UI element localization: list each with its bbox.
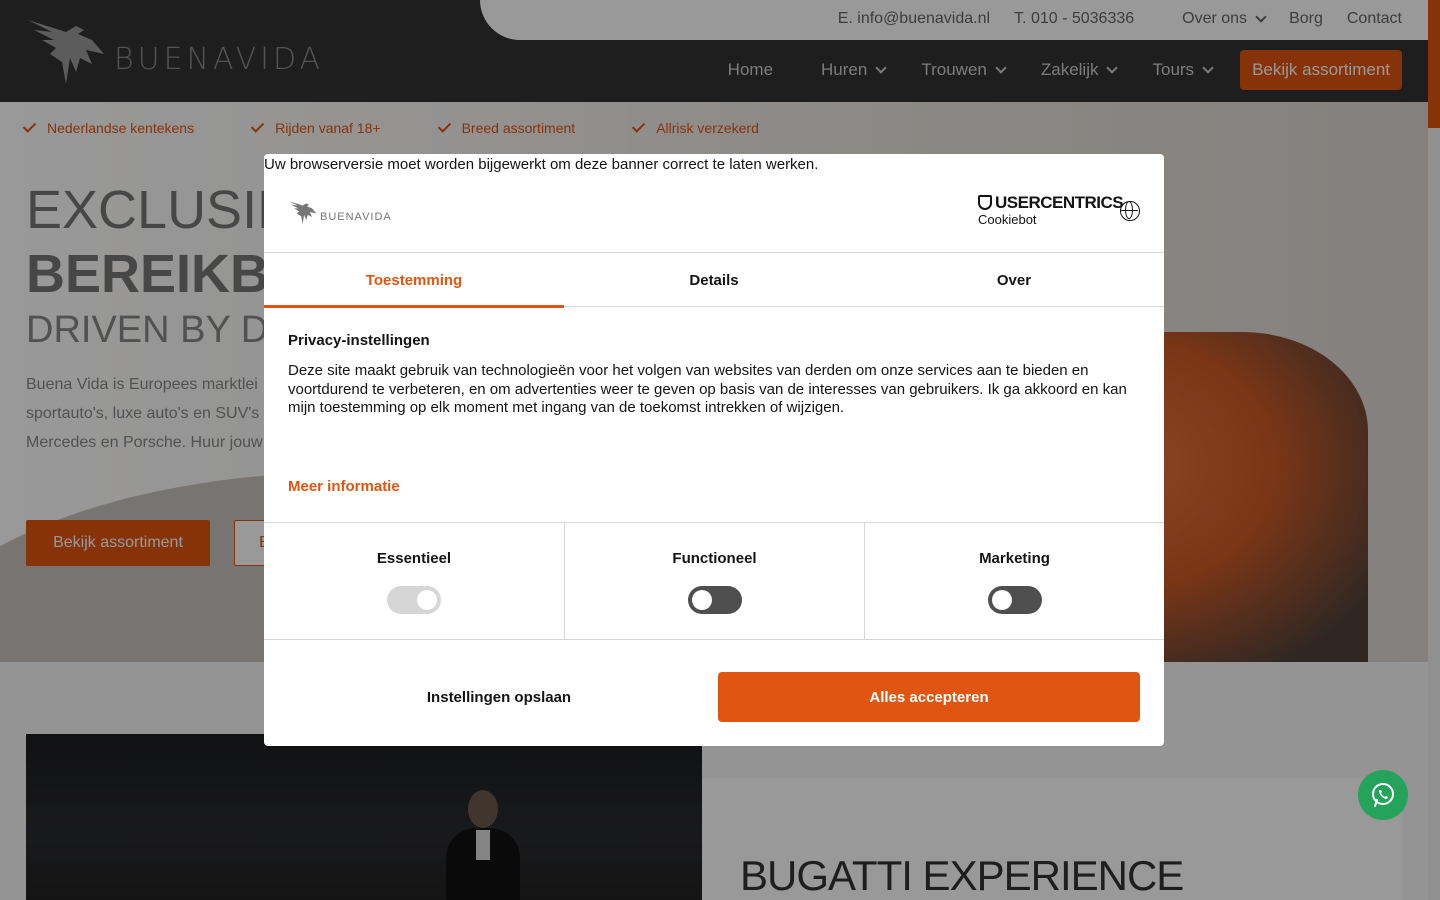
toggle-knob: [692, 590, 712, 610]
whatsapp-icon: [1372, 783, 1394, 807]
tab-about[interactable]: Over: [864, 253, 1164, 307]
dialog-logo-wordmark: BUENAVIDA: [320, 211, 392, 223]
privacy-body: Deze site maakt gebruik van technologieë…: [288, 362, 1127, 416]
toggle-knob: [417, 590, 437, 610]
category-label: Essentieel: [376, 550, 452, 567]
category-label: Functioneel: [672, 550, 757, 567]
eagle-logo-icon: [288, 201, 317, 225]
tab-details[interactable]: Details: [564, 253, 864, 307]
dialog-logo: BUENAVIDA: [288, 198, 392, 226]
consent-categories: Essentieel Functioneel Marketing: [264, 522, 1164, 640]
category-label: Marketing: [979, 550, 1050, 567]
category-essential: Essentieel: [264, 523, 564, 639]
dialog-tabs: Toestemming Details Over: [264, 252, 1164, 308]
accept-all-button[interactable]: Alles accepteren: [718, 672, 1140, 722]
save-settings-button[interactable]: Instellingen opslaan: [288, 672, 710, 722]
functional-toggle[interactable]: [688, 586, 742, 614]
cookiebot-logo-top: USERCENTRICS: [978, 193, 1124, 212]
globe-icon[interactable]: [1120, 201, 1140, 221]
cookiebot-logo[interactable]: USERCENTRICS Cookiebot: [978, 193, 1124, 227]
whatsapp-button[interactable]: [1358, 770, 1408, 820]
toggle-knob: [992, 590, 1012, 610]
tab-consent[interactable]: Toestemming: [264, 253, 564, 308]
essential-toggle: [387, 586, 441, 614]
marketing-toggle[interactable]: [988, 586, 1042, 614]
cookiebot-logo-sub: Cookiebot: [978, 212, 1037, 227]
privacy-title: Privacy-instellingen: [288, 332, 430, 349]
shield-icon: [978, 195, 992, 210]
category-functional: Functioneel: [564, 523, 864, 639]
browser-update-notice: Uw browserversie moet worden bijgewerkt …: [264, 156, 819, 173]
more-info-link[interactable]: Meer informatie: [288, 478, 400, 495]
category-marketing: Marketing: [864, 523, 1164, 639]
cookie-consent-dialog: Uw browserversie moet worden bijgewerkt …: [264, 154, 1164, 746]
cookiebot-logo-brand: USERCENTRICS: [995, 193, 1124, 212]
